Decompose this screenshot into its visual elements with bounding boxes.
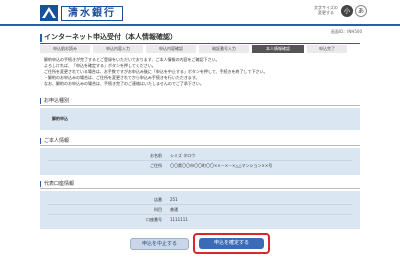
step-item-current: 本人情報確認 [252, 45, 304, 53]
step-item: 申込内容入力 [93, 45, 143, 53]
confirm-button-highlight: 申込を確定する [193, 233, 270, 254]
header-divider [0, 24, 400, 26]
section-title-personal: ご本人情報 [40, 137, 360, 146]
section-title-account: 代表口座情報 [40, 180, 360, 189]
text-size-large-button[interactable]: あ [355, 5, 367, 17]
section-title-application: お申込種別 [40, 97, 360, 106]
text-size-small-button[interactable]: 小 [341, 5, 353, 17]
progress-steps: 申込前お読み 申込内容入力 申込内容確認 暗証番号入力 本人情報確認 申込完了 [40, 45, 360, 53]
account-type-value: 普通 [170, 207, 178, 212]
intro-text: 解約申込の手続きが完了するとご登録をいただいております、ご本人情報の内容をご確認… [44, 57, 360, 87]
account-number-label: 口座番号 [146, 217, 162, 222]
step-item: 暗証番号入力 [199, 45, 249, 53]
bank-logo-icon [40, 5, 58, 21]
branch-value: 251 [170, 197, 178, 202]
intro-line: なお、解約のお申込みの場合は、手続き完了のご連絡はいたしませんのでご了承下さい。 [44, 81, 204, 86]
cancel-application-button[interactable]: 申込を中止する [130, 238, 189, 250]
name-label: お名前 [150, 153, 162, 158]
info-row-address: ご住所 〇〇県〇〇市〇〇町〇〇××－×－×△△マンション××号 [40, 161, 360, 171]
account-info-panel: 店番 251 科目 普通 口座番号 1111111 [40, 191, 360, 229]
application-type-value: 解約申込 [52, 116, 68, 121]
step-item: 申込完了 [307, 45, 347, 53]
bank-name: 清水銀行 [61, 5, 123, 21]
step-item: 申込内容確認 [146, 45, 196, 53]
text-size-label: 文字サイズの変更する [314, 5, 338, 15]
address-value: 〇〇県〇〇市〇〇町〇〇××－×－×△△マンション××号 [170, 163, 273, 168]
step-item: 申込前お読み [40, 45, 90, 53]
info-row-account-number: 口座番号 1111111 [40, 215, 360, 225]
account-number-value: 1111111 [170, 217, 188, 222]
address-label: ご住所 [150, 163, 162, 168]
site-header: 清水銀行 文字サイズの変更する 小 あ [0, 0, 400, 24]
account-type-label: 科目 [154, 207, 162, 212]
page-title: インターネット申込受付（本人情報確認） [40, 33, 360, 44]
info-row-branch: 店番 251 [40, 195, 360, 205]
personal-info-panel: お名前 シミズ タロウ ご住所 〇〇県〇〇市〇〇町〇〇××－×－×△△マンション… [40, 148, 360, 175]
bank-logo[interactable]: 清水銀行 [40, 5, 123, 21]
application-panel: 解約申込 [40, 108, 360, 130]
confirm-application-button[interactable]: 申込を確定する [199, 238, 264, 249]
info-row-account-type: 科目 普通 [40, 205, 360, 215]
name-value: シミズ タロウ [170, 153, 196, 158]
branch-label: 店番 [154, 197, 162, 202]
info-row-name: お名前 シミズ タロウ [40, 151, 360, 161]
